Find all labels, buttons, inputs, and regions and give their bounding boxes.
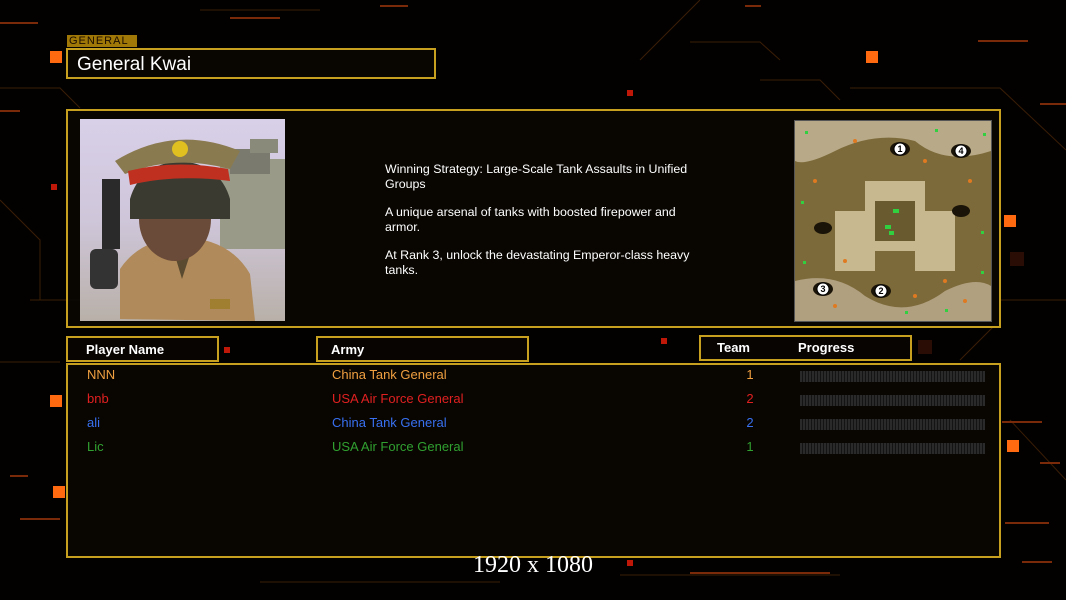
- player-team: 2: [746, 415, 754, 430]
- column-army: Army: [316, 336, 529, 362]
- player-team: 1: [746, 367, 754, 382]
- player-army: USA Air Force General: [332, 439, 464, 454]
- minimap: 1 4 3 2: [794, 120, 992, 322]
- player-army: China Tank General: [332, 415, 447, 430]
- column-progress-label: Progress: [798, 340, 855, 355]
- strategy-line-2: A unique arsenal of tanks with boosted f…: [385, 205, 676, 234]
- column-army-label: Army: [331, 342, 365, 357]
- general-portrait: [80, 119, 285, 321]
- column-player-name-label: Player Name: [86, 342, 165, 357]
- player-row: Lic USA Air Force General 1: [68, 439, 999, 459]
- column-team-progress: Team Progress: [699, 335, 912, 361]
- strategy-line-1: Winning Strategy: Large-Scale Tank Assau…: [385, 162, 688, 191]
- column-player-name: Player Name: [66, 336, 219, 362]
- player-team: 1: [746, 439, 754, 454]
- resolution-label: 1920 x 1080: [473, 552, 593, 578]
- start-label-2: 2: [878, 286, 883, 296]
- player-row: ali China Tank General 2: [68, 415, 999, 435]
- player-progress-bar: [800, 395, 985, 406]
- player-progress-bar: [800, 371, 985, 382]
- player-row: NNN China Tank General 1: [68, 367, 999, 387]
- start-label-3: 3: [820, 284, 825, 294]
- player-army: China Tank General: [332, 367, 447, 382]
- strategy-line-3: At Rank 3, unlock the devastating Empero…: [385, 248, 690, 277]
- player-progress-bar: [800, 443, 985, 454]
- player-team: 2: [746, 391, 754, 406]
- general-name: General Kwai: [77, 54, 192, 75]
- start-label-1: 1: [897, 144, 902, 154]
- general-title-panel: General Kwai: [66, 48, 436, 79]
- players-table: NNN China Tank General 1 bnb USA Air For…: [66, 363, 1001, 558]
- player-name: bnb: [87, 391, 109, 406]
- player-army: USA Air Force General: [332, 391, 464, 406]
- general-tag: GENERAL: [67, 35, 137, 47]
- player-name: ali: [87, 415, 101, 430]
- strategy-text: Winning Strategy: Large-Scale Tank Assau…: [385, 162, 715, 291]
- player-name: Lic: [87, 439, 104, 454]
- start-label-4: 4: [958, 146, 963, 156]
- player-progress-bar: [800, 419, 985, 430]
- player-row: bnb USA Air Force General 2: [68, 391, 999, 411]
- general-info-panel: Winning Strategy: Large-Scale Tank Assau…: [66, 109, 1001, 328]
- column-team-label: Team: [717, 340, 750, 355]
- player-name: NNN: [87, 367, 116, 382]
